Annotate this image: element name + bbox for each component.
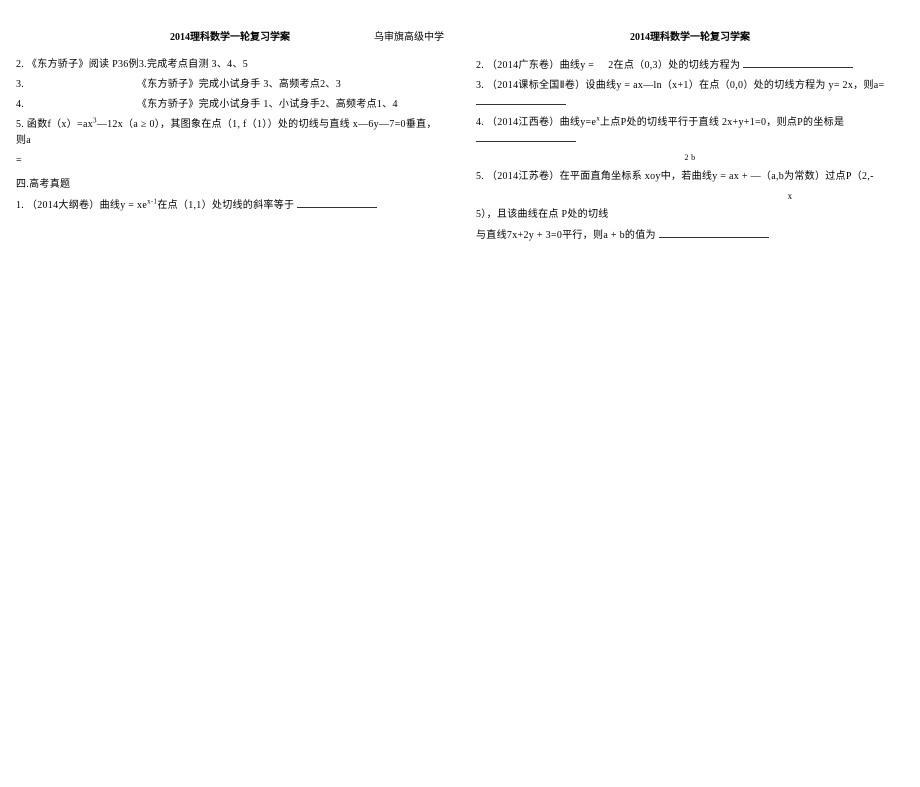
right-q5-blank (659, 227, 769, 238)
section-4-title: 四.高考真题 (16, 177, 444, 193)
left-item-5-prefix: 5. 函数f（x）=ax (16, 119, 93, 130)
header-left-school: 乌审旗高级中学 (374, 28, 444, 43)
left-item-5: 5. 函数f（x）=ax3—12x（a ≥ 0），其图象在点（1, f（1））处… (16, 117, 444, 149)
right-q2-prefix: 2. （2014广东卷）曲线y = (476, 60, 594, 71)
right-q2: 2. （2014广东卷）曲线y = 2在点（0,3）处的切线方程为 (476, 57, 904, 74)
right-q5-line2: 5），且该曲线在点 P处的切线 (476, 207, 904, 223)
left-item-5-eq: = (16, 153, 444, 169)
right-q5-line1: 5. （2014江苏卷）在平面直角坐标系 xoy中，若曲线y = ax + —（… (476, 169, 904, 185)
right-q3-text: 3. （2014课标全国Ⅱ卷）设曲线y = ax—ln（x+1）在点（0,0）处… (476, 80, 884, 91)
right-q5-line3-text: 与直线7x+2y + 3=0平行，则a + b的值为 (476, 230, 656, 241)
right-q3: 3. （2014课标全国Ⅱ卷）设曲线y = ax—ln（x+1）在点（0,0）处… (476, 78, 904, 111)
left-item-3: 3. 《东方骄子》完成小试身手 3、高频考点2、3 (16, 77, 444, 93)
right-q4-annot: 2 b (476, 152, 904, 165)
left-item-4-num: 4. (16, 99, 24, 110)
page-left: 2014理科数学一轮复习学案 乌审旗高级中学 2. 《东方骄子》阅读 P36例3… (0, 0, 460, 787)
right-q2-mid: 2在点（0,3）处的切线方程为 (608, 60, 740, 71)
right-q5-annot: x (476, 189, 904, 203)
right-q4-prefix: 4. （2014江西卷）曲线y=e (476, 117, 596, 128)
right-q4-mid: 上点P处的切线平行于直线 2x+y+1=0，则点P的坐标是 (600, 117, 844, 128)
header-left-title: 2014理科数学一轮复习学案 (170, 32, 290, 43)
left-q1-mid: 在点（1,1）处切线的斜率等于 (157, 200, 294, 211)
left-q1-blank (297, 197, 377, 208)
left-item-2: 2. 《东方骄子》阅读 P36例3.完成考点自测 3、4、5 (16, 57, 444, 73)
right-q4-blank (476, 131, 576, 142)
left-q1-prefix: 1. （2014大纲卷）曲线y = xe (16, 200, 147, 211)
right-q3-blank (476, 94, 566, 105)
left-item-4: 4. 《东方骄子》完成小试身手 1、小试身手2、高频考点1、4 (16, 97, 444, 113)
header-right-title: 2014理科数学一轮复习学案 (630, 32, 750, 43)
right-q2-blank (743, 57, 853, 68)
header-left: 2014理科数学一轮复习学案 乌审旗高级中学 (16, 28, 444, 43)
left-item-4-text: 《东方骄子》完成小试身手 1、小试身手2、高频考点1、4 (27, 99, 398, 110)
left-item-3-text: 《东方骄子》完成小试身手 3、高频考点2、3 (27, 79, 341, 90)
left-item-3-num: 3. (16, 79, 24, 90)
header-right: 2014理科数学一轮复习学案 (476, 28, 904, 43)
right-q4: 4. （2014江西卷）曲线y=ex上点P处的切线平行于直线 2x+y+1=0，… (476, 115, 904, 148)
right-q5-line3: 与直线7x+2y + 3=0平行，则a + b的值为 (476, 227, 904, 244)
left-q1: 1. （2014大纲卷）曲线y = xex-1在点（1,1）处切线的斜率等于 (16, 197, 444, 214)
left-q1-sup: x-1 (147, 198, 157, 206)
page-right: 2014理科数学一轮复习学案 2. （2014广东卷）曲线y = 2在点（0,3… (460, 0, 920, 787)
